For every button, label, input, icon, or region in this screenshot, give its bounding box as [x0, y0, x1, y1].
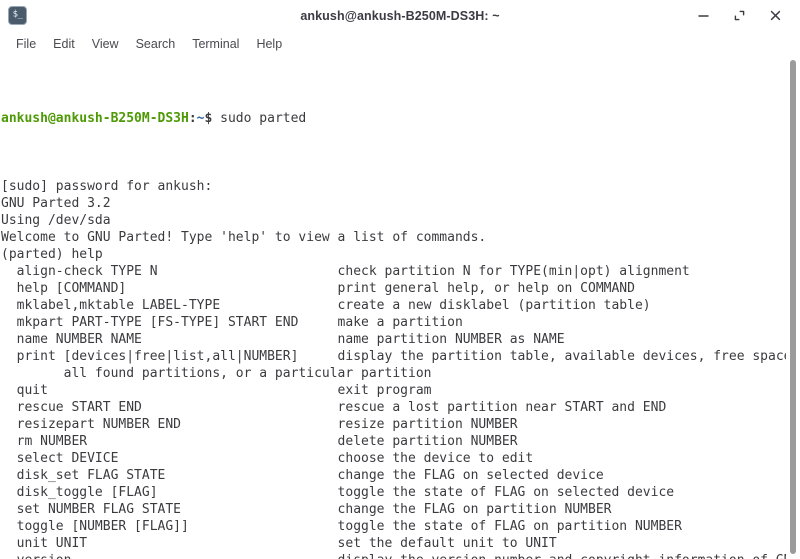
menu-item-view[interactable]: View [84, 35, 128, 53]
terminal-line: toggle [NUMBER [FLAG]] toggle the state … [1, 519, 682, 534]
terminal-line: Welcome to GNU Parted! Type 'help' to vi… [1, 230, 487, 245]
scrollbar-thumb[interactable] [790, 60, 796, 554]
terminal-line: align-check TYPE N check partition N for… [1, 264, 690, 279]
terminal-line: disk_toggle [FLAG] toggle the state of F… [1, 485, 675, 500]
terminal-line: mkpart PART-TYPE [FS-TYPE] START END mak… [1, 315, 463, 330]
terminal-icon-glyph: $_ [12, 9, 23, 20]
menu-item-terminal[interactable]: Terminal [184, 35, 248, 53]
terminal-line: Using /dev/sda [1, 213, 111, 228]
title-bar: $_ ankush@ankush-B250M-DS3H: ~ [0, 0, 800, 31]
terminal-line: set NUMBER FLAG STATE change the FLAG on… [1, 502, 612, 517]
terminal-line: mklabel,mktable LABEL-TYPE create a new … [1, 298, 651, 313]
prompt-path: ~ [196, 111, 205, 126]
close-icon[interactable] [768, 8, 783, 23]
terminal-line: print [devices|free|list,all|NUMBER] dis… [1, 349, 786, 364]
maximize-icon[interactable] [732, 8, 747, 23]
menu-bar: File Edit View Search Terminal Help [0, 31, 800, 57]
terminal-line: resizepart NUMBER END resize partition N… [1, 417, 518, 432]
prompt-colon: : [188, 111, 197, 126]
minimize-icon[interactable] [696, 8, 711, 23]
prompt-line: ankush@ankush-B250M-DS3H:~$ sudo parted [1, 110, 786, 127]
menu-item-search[interactable]: Search [128, 35, 185, 53]
terminal-line: all found partitions, or a particular pa… [1, 366, 432, 381]
terminal-icon: $_ [8, 6, 27, 25]
terminal-line: unit UNIT set the default unit to UNIT [1, 536, 557, 551]
prompt-sigil: $ [204, 111, 213, 126]
menu-item-help[interactable]: Help [248, 35, 291, 53]
terminal-line: (parted) help [1, 247, 103, 262]
terminal-output[interactable]: ankush@ankush-B250M-DS3H:~$ sudo parted … [0, 57, 786, 559]
terminal-line: version display the version number and c… [1, 552, 786, 559]
menu-item-file[interactable]: File [8, 35, 45, 53]
terminal-window: $_ ankush@ankush-B250M-DS3H: ~ File Edit… [0, 0, 800, 559]
prompt-user-host: ankush@ankush-B250M-DS3H [1, 111, 189, 126]
window-title: ankush@ankush-B250M-DS3H: ~ [300, 8, 500, 23]
terminal-line: rm NUMBER delete partition NUMBER [1, 434, 518, 449]
terminal-line: select DEVICE choose the device to edit [1, 451, 534, 466]
vertical-scrollbar[interactable] [786, 57, 800, 559]
terminal-line: GNU Parted 3.2 [1, 196, 111, 211]
terminal-output-lines: [sudo] password for ankush: GNU Parted 3.… [1, 178, 786, 559]
terminal-line: disk_set FLAG STATE change the FLAG on s… [1, 468, 604, 483]
terminal-line: help [COMMAND] print general help, or he… [1, 281, 635, 296]
window-controls [696, 8, 794, 23]
terminal-body[interactable]: ankush@ankush-B250M-DS3H:~$ sudo parted … [0, 57, 800, 559]
terminal-line: rescue START END rescue a lost partition… [1, 400, 667, 415]
prompt-command: sudo parted [220, 111, 307, 126]
terminal-line: [sudo] password for ankush: [1, 179, 213, 194]
menu-item-edit[interactable]: Edit [45, 35, 84, 53]
terminal-line: name NUMBER NAME name partition NUMBER a… [1, 332, 565, 347]
terminal-line: quit exit program [1, 383, 432, 398]
